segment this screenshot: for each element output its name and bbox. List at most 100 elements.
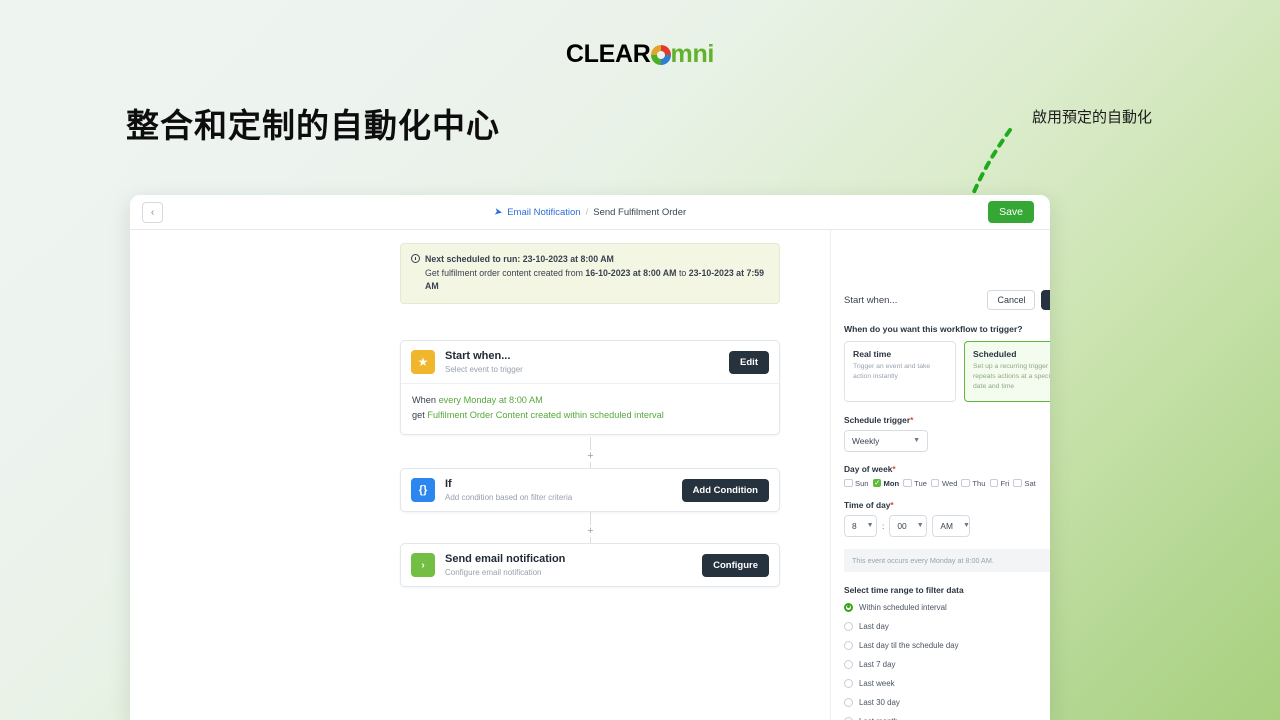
- day-checkbox-wed[interactable]: Wed: [930, 478, 957, 488]
- app-body: Next scheduled to run: 23-10-2023 at 8:0…: [130, 230, 1050, 720]
- configure-button[interactable]: Configure: [702, 553, 769, 577]
- trigger-card-title: Real time: [853, 349, 892, 359]
- radio-last-week[interactable]: Last week: [844, 678, 1050, 688]
- page-title: 整合和定制的自動化中心: [126, 107, 500, 144]
- node-subtitle: Select event to trigger: [445, 364, 523, 374]
- day-checkbox-sat[interactable]: Sat: [1013, 478, 1036, 488]
- add-condition-button[interactable]: Add Condition: [681, 478, 769, 502]
- day-of-week-label: Day of week*: [844, 463, 896, 474]
- schedule-trigger-value: Weekly: [852, 435, 880, 446]
- radio-label: Last 7 day: [859, 659, 896, 669]
- day-label: Fri: [1000, 478, 1010, 488]
- cancel-button[interactable]: Cancel: [987, 290, 1036, 310]
- radio-icon[interactable]: [844, 716, 853, 720]
- save-button-top[interactable]: Save: [988, 201, 1034, 223]
- radio-icon[interactable]: [844, 621, 853, 631]
- minute-select[interactable]: 00 ▼: [889, 514, 928, 537]
- node-title: Send email notification: [445, 553, 566, 566]
- day-label: Tue: [914, 478, 927, 488]
- day-label: Mon: [883, 478, 900, 488]
- trigger-card-real-time[interactable]: Real time Trigger an event and take acti…: [844, 341, 956, 402]
- get-label: get: [412, 410, 428, 421]
- node-header: › Send email notification Configure emai…: [401, 544, 779, 586]
- when-label: When: [412, 395, 439, 405]
- day-of-week-checkboxes: Sun Mon Tue Wed Thu Fri Sat: [844, 478, 1050, 488]
- chevron-down-icon: ▼: [962, 522, 970, 530]
- add-step-plus-icon[interactable]: +: [586, 525, 595, 537]
- radio-last-month[interactable]: Last month: [844, 716, 1050, 720]
- schedule-trigger-label: Schedule trigger*: [844, 414, 914, 425]
- radio-icon[interactable]: [844, 697, 853, 707]
- node-title: If: [445, 478, 452, 491]
- brand-text-clear: CLEAR: [565, 40, 651, 68]
- edit-button[interactable]: Edit: [729, 350, 769, 374]
- radio-selected-icon[interactable]: [844, 602, 853, 612]
- node-subtitle: Configure email notification: [445, 567, 542, 577]
- workflow-node-if[interactable]: {} If Add condition based on filter crit…: [400, 468, 780, 512]
- day-checkbox-fri[interactable]: Fri: [989, 478, 1010, 488]
- chevron-down-icon: ▼: [866, 522, 874, 530]
- radio-icon[interactable]: [844, 678, 853, 688]
- radio-label: Last 30 day: [859, 697, 900, 707]
- save-button-panel[interactable]: Save: [1041, 290, 1050, 310]
- breadcrumb: ➤ Email Notification / Send Fulfilment O…: [130, 205, 1050, 219]
- minute-value: 00: [897, 520, 907, 531]
- hour-value: 8: [852, 520, 857, 531]
- schedule-banner-line1: Next scheduled to run: 23-10-2023 at 8:0…: [425, 254, 614, 264]
- trigger-card-desc: Set up a recurring trigger that repeats …: [973, 363, 1050, 390]
- panel-title: Start when...: [844, 294, 898, 306]
- radio-icon[interactable]: [844, 659, 853, 669]
- checkbox-icon[interactable]: [930, 478, 940, 488]
- time-of-day-label: Time of day*: [844, 499, 894, 510]
- workflow-node-start-when[interactable]: ★ Start when... Select event to trigger …: [400, 340, 780, 436]
- logo-swirl-o-icon: [650, 45, 671, 65]
- schedule-trigger-select[interactable]: Weekly ▼: [844, 429, 928, 452]
- node-header: {} If Add condition based on filter crit…: [401, 469, 779, 511]
- trigger-card-title: Scheduled: [973, 349, 1017, 359]
- hour-select[interactable]: 8 ▼: [844, 514, 877, 537]
- paper-plane-icon: ➤: [492, 205, 504, 219]
- radio-last-day[interactable]: Last day: [844, 621, 1050, 631]
- node-subtitle: Add condition based on filter criteria: [445, 492, 573, 502]
- node-header: ★ Start when... Select event to trigger …: [401, 341, 779, 383]
- radio-last-7-day[interactable]: Last 7 day: [844, 659, 1050, 669]
- clock-icon: [411, 254, 420, 263]
- trigger-question-label: When do you want this workflow to trigge…: [844, 324, 1023, 334]
- node-body-summary: When every Monday at 8:00 AM get Fulfilm…: [401, 383, 779, 434]
- radio-label: Last week: [859, 678, 895, 688]
- period-select[interactable]: AM ▼: [932, 514, 971, 537]
- chevron-right-icon: ›: [411, 553, 435, 577]
- checkbox-icon[interactable]: [903, 478, 912, 488]
- time-range-label: Select time range to filter data: [844, 584, 964, 595]
- trigger-card-scheduled[interactable]: Scheduled Set up a recurring trigger tha…: [964, 341, 1050, 402]
- trigger-card-desc: Trigger an event and take action instant…: [853, 363, 931, 380]
- checkbox-checked-icon[interactable]: [872, 478, 882, 488]
- breadcrumb-item-email-notification[interactable]: Email Notification: [507, 207, 580, 218]
- trigger-type-cards: Real time Trigger an event and take acti…: [844, 341, 1050, 402]
- add-step-plus-icon[interactable]: +: [586, 450, 595, 462]
- day-label: Sat: [1024, 478, 1036, 488]
- settings-panel: Start when... Cancel Save When do you wa…: [830, 230, 1050, 720]
- checkbox-icon[interactable]: [961, 478, 970, 488]
- schedule-banner-line2: Get fulfilment order content created fro…: [425, 267, 765, 292]
- checkbox-icon[interactable]: [844, 478, 853, 488]
- radio-last-30-day[interactable]: Last 30 day: [844, 697, 1050, 707]
- node-title: Start when...: [445, 350, 511, 363]
- day-checkbox-tue[interactable]: Tue: [903, 479, 927, 488]
- brand-text-omni: mni: [670, 40, 715, 68]
- day-label: Sun: [855, 478, 869, 488]
- workflow-node-send-email[interactable]: › Send email notification Configure emai…: [400, 543, 780, 587]
- radio-last-day-til-schedule-day[interactable]: Last day til the schedule day: [844, 640, 1050, 650]
- schedule-banner: Next scheduled to run: 23-10-2023 at 8:0…: [400, 243, 780, 304]
- day-checkbox-thu[interactable]: Thu: [961, 478, 986, 488]
- radio-label: Last month: [859, 717, 898, 720]
- time-of-day-controls: 8 ▼ : 00 ▼ AM ▼: [844, 514, 1050, 537]
- radio-icon[interactable]: [844, 640, 853, 650]
- period-value: AM: [940, 520, 953, 531]
- radio-within-scheduled-interval[interactable]: Within scheduled interval: [844, 602, 1050, 612]
- checkbox-icon[interactable]: [989, 478, 999, 488]
- day-checkbox-sun[interactable]: Sun: [844, 479, 869, 488]
- day-checkbox-mon[interactable]: Mon: [872, 478, 900, 488]
- checkbox-icon[interactable]: [1013, 478, 1022, 488]
- braces-icon: {}: [411, 478, 435, 502]
